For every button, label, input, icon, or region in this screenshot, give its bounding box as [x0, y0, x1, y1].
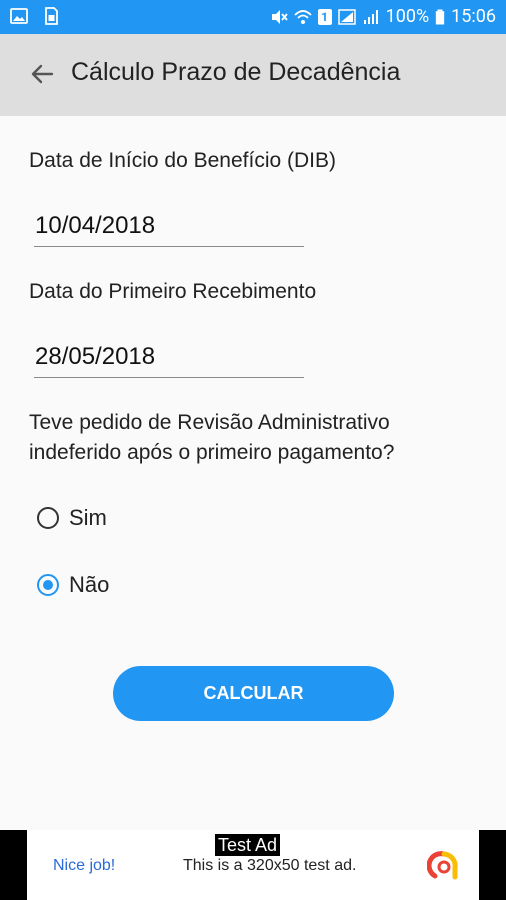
- wifi-icon: [293, 9, 312, 24]
- ad-tag: Test Ad: [215, 834, 281, 856]
- sim-slot-badge: 1: [317, 8, 332, 25]
- image-notification-icon: [10, 8, 28, 24]
- ad-body-text: This is a 320x50 test ad.: [183, 857, 357, 874]
- signal-icon: [337, 8, 356, 25]
- first-receipt-label: Data do Primeiro Recebimento: [29, 280, 317, 303]
- radio-unchecked-icon[interactable]: [37, 507, 59, 529]
- radio-option-sim[interactable]: Sim: [37, 505, 107, 531]
- revision-question: Teve pedido de Revisão Administrativo in…: [29, 408, 499, 468]
- ad-banner-container: Test Ad Nice job! This is a 320x50 test …: [0, 830, 506, 900]
- question-line-2: indeferido após o primeiro pagamento?: [29, 441, 395, 464]
- dib-date-field[interactable]: 10/04/2018: [34, 211, 304, 247]
- dib-label: Data de Início do Benefício (DIB): [29, 149, 336, 172]
- battery-icon: [436, 9, 445, 24]
- back-arrow-icon[interactable]: [26, 58, 58, 90]
- ad-banner[interactable]: Test Ad Nice job! This is a 320x50 test …: [27, 830, 479, 900]
- battery-percentage: 100%: [385, 6, 430, 27]
- mute-icon: [271, 9, 288, 24]
- radio-option-nao[interactable]: Não: [37, 572, 109, 598]
- radio-label-sim: Sim: [69, 505, 107, 530]
- app-bar: Cálculo Prazo de Decadência: [0, 34, 506, 116]
- ad-nice-job-text[interactable]: Nice job!: [53, 857, 115, 875]
- status-bar: 1 100% 15:06: [0, 0, 506, 34]
- signal-strength-icon: [363, 9, 378, 24]
- sim-card-notification-icon: [45, 7, 58, 25]
- page-title: Cálculo Prazo de Decadência: [71, 58, 401, 86]
- ad-logo-icon: [427, 851, 458, 880]
- question-line-1: Teve pedido de Revisão Administrativo: [29, 411, 390, 434]
- clock: 15:06: [451, 6, 496, 27]
- first-receipt-date-field[interactable]: 28/05/2018: [34, 342, 304, 378]
- calculate-button[interactable]: CALCULAR: [113, 666, 394, 721]
- radio-label-nao: Não: [69, 572, 110, 597]
- radio-checked-icon[interactable]: [37, 574, 59, 596]
